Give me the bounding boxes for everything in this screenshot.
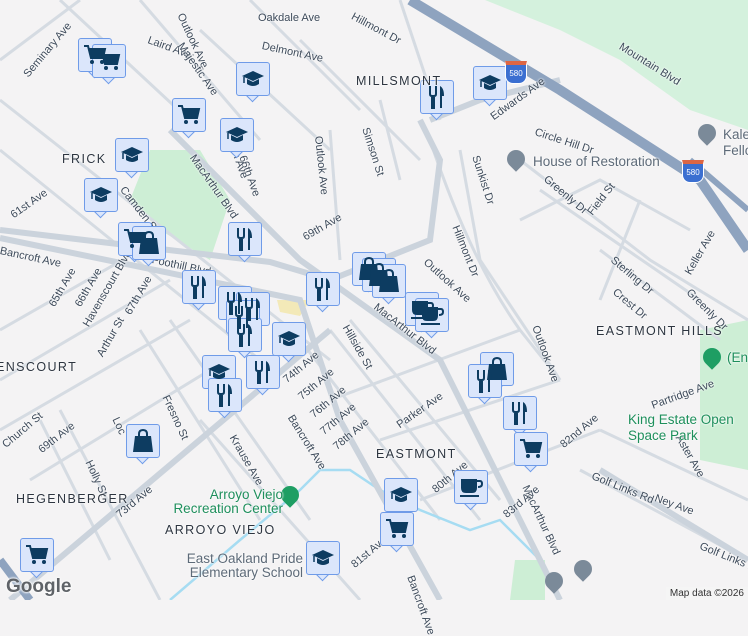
restaurant-icon <box>182 270 216 304</box>
shopping-bag-icon <box>132 226 166 260</box>
shopping-cart-icon <box>514 432 548 466</box>
education-marker[interactable] <box>236 62 270 104</box>
restaurant-icon <box>306 272 340 306</box>
shopping-bag-marker[interactable] <box>126 424 160 466</box>
neighborhood-hegenberger: HEGENBERGER <box>16 492 129 506</box>
neighborhood-havenscourt: ENSCOURT <box>0 360 78 374</box>
restaurant-marker[interactable] <box>228 222 262 264</box>
map-attribution[interactable]: Map data ©2026 <box>665 587 748 600</box>
cafe-marker[interactable] <box>415 298 449 340</box>
shopping-cart-icon <box>92 44 126 78</box>
cafe-icon <box>454 470 488 504</box>
street-label: Oakdale Ave <box>258 12 321 24</box>
education-marker[interactable] <box>115 138 149 180</box>
google-logo: Google <box>6 576 72 597</box>
education-icon <box>115 138 149 172</box>
neighborhood-eastmont-hills: EASTMONT HILLS <box>596 324 724 338</box>
poi-house-of-restoration[interactable]: House of Restoration <box>533 154 660 169</box>
i580-shield: 580 <box>505 61 527 84</box>
education-icon <box>84 178 118 212</box>
shopping-cart-marker[interactable] <box>514 432 548 474</box>
education-icon <box>236 62 270 96</box>
poi-en[interactable]: (En <box>727 350 748 365</box>
restaurant-marker[interactable] <box>306 272 340 314</box>
shopping-cart-marker[interactable] <box>20 538 54 580</box>
poi-kale-fello[interactable]: Kale Fello <box>723 127 748 159</box>
shopping-cart-icon <box>20 538 54 572</box>
i580-shield: 580 <box>682 160 704 183</box>
shopping-cart-marker[interactable] <box>380 512 414 554</box>
restaurant-icon <box>246 355 280 389</box>
restaurant-marker[interactable] <box>208 378 242 420</box>
cafe-marker[interactable] <box>454 470 488 512</box>
neighborhood-frick: FRICK <box>62 152 107 166</box>
restaurant-marker[interactable] <box>182 270 216 312</box>
education-icon <box>220 118 254 152</box>
restaurant-icon <box>228 222 262 256</box>
education-marker[interactable] <box>473 66 507 108</box>
shopping-bag-icon <box>372 264 406 298</box>
shopping-cart-icon <box>380 512 414 546</box>
neighborhood-arroyo-viejo: ARROYO VIEJO <box>165 523 276 537</box>
education-icon <box>384 478 418 512</box>
poi-arroyo-viejo-rec-center[interactable]: Arroyo Viejo Recreation Center <box>163 488 283 516</box>
shopping-cart-icon <box>172 98 206 132</box>
poi-king-estate-park[interactable]: King Estate Open Space Park <box>628 412 748 444</box>
restaurant-icon <box>503 396 537 430</box>
shopping-bag-marker[interactable] <box>132 226 166 268</box>
neighborhood-eastmont: EASTMONT <box>376 447 457 461</box>
education-icon <box>473 66 507 100</box>
education-marker[interactable] <box>220 118 254 160</box>
restaurant-marker[interactable] <box>246 355 280 397</box>
education-icon <box>272 322 306 356</box>
restaurant-icon <box>208 378 242 412</box>
poi-east-oakland-pride-school[interactable]: East Oakland Pride Elementary School <box>178 552 303 580</box>
shopping-cart-marker[interactable] <box>172 98 206 140</box>
education-marker[interactable] <box>84 178 118 220</box>
park-area <box>700 320 748 470</box>
shopping-bag-marker[interactable] <box>372 264 406 306</box>
shopping-cart-marker[interactable] <box>92 44 126 86</box>
education-marker[interactable] <box>306 541 340 583</box>
education-icon <box>306 541 340 575</box>
shopping-bag-icon <box>126 424 160 458</box>
